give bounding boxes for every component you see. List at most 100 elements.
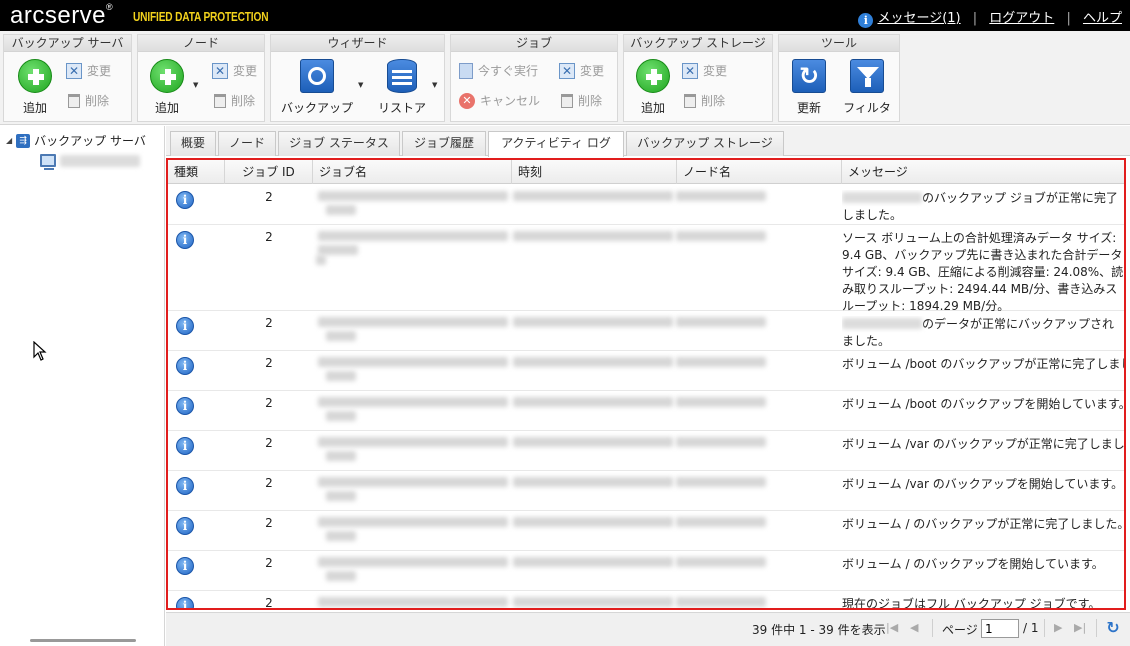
grid-header: 種類 ジョブ ID ジョブ名 時刻 ノード名 メッセージ: [168, 160, 1124, 184]
table-row[interactable]: i 2 ボリューム /boot のバックアップを開始しています。: [168, 391, 1124, 431]
table-row[interactable]: i 2 のバックアップ ジョブが正常に完了しました。: [168, 185, 1124, 225]
redacted-job-name: [318, 317, 508, 327]
cancel-job-button[interactable]: ✕ キャンセル: [459, 92, 540, 109]
prev-page-icon[interactable]: ◀: [910, 621, 918, 634]
server-tree: ◢ ⇶ バックアップ サーバ: [0, 126, 165, 646]
redacted-time: [513, 191, 673, 201]
job-id-cell: 2: [265, 356, 273, 370]
redacted-time: [513, 517, 673, 527]
delete-job-button[interactable]: 削除: [561, 92, 602, 109]
backup-dropdown-icon[interactable]: ▼: [358, 81, 363, 89]
run-now-button[interactable]: 今すぐ実行: [459, 62, 538, 79]
edit-storage-button[interactable]: ✕ 変更: [682, 62, 727, 79]
pager-refresh-icon[interactable]: ↻: [1104, 619, 1122, 637]
redacted-node-name: [60, 154, 140, 167]
redacted-time: [513, 397, 673, 407]
table-row[interactable]: i 2 現在のジョブはフル バックアップ ジョブです。: [168, 591, 1124, 610]
edit-node-button[interactable]: ✕ 変更: [212, 62, 257, 79]
tree-node-item[interactable]: [40, 154, 140, 170]
table-row[interactable]: i 2 のデータが正常にバックアップされました。: [168, 311, 1124, 351]
table-row[interactable]: i 2 ボリューム / のバックアップを開始しています。: [168, 551, 1124, 591]
info-icon: i: [176, 231, 194, 249]
column-header-message[interactable]: メッセージ: [842, 160, 1124, 184]
delete-node-button[interactable]: 削除: [214, 92, 255, 109]
tab-job-status[interactable]: ジョブ ステータス: [278, 131, 400, 156]
first-page-icon[interactable]: |◀: [886, 621, 898, 634]
delete-storage-button[interactable]: 削除: [684, 92, 725, 109]
tab-overview[interactable]: 概要: [170, 131, 216, 156]
last-page-icon[interactable]: ▶|: [1074, 621, 1086, 634]
restore-wizard-button[interactable]: リストア: [371, 58, 433, 116]
message-cell: のデータが正常にバックアップされました。: [842, 317, 1115, 348]
arcserve-logo: arcserve®: [10, 2, 114, 29]
redacted-job-name: [326, 331, 356, 341]
table-row[interactable]: i 2 ボリューム /var のバックアップが正常に完了しました。: [168, 431, 1124, 471]
redacted-job-name: [318, 437, 508, 447]
table-row[interactable]: i 2 ボリューム /var のバックアップを開始しています。: [168, 471, 1124, 511]
add-backup-server-button[interactable]: 追加: [14, 58, 56, 116]
message-cell: ボリューム /var のバックアップが正常に完了しました。: [842, 437, 1124, 451]
column-header-job-name[interactable]: ジョブ名: [313, 160, 512, 184]
redacted-job-name: [318, 517, 508, 527]
expand-toggle-icon[interactable]: ◢: [6, 136, 12, 145]
column-header-job-id[interactable]: ジョブ ID: [225, 160, 313, 184]
edit-job-button[interactable]: ✕ 変更: [559, 62, 604, 79]
logout-link[interactable]: ログアウト: [989, 11, 1054, 26]
column-header-node-name[interactable]: ノード名: [677, 160, 842, 184]
pager-summary: 39 件中 1 - 39 件を表示: [752, 623, 886, 637]
tab-activity-log[interactable]: アクティビティ ログ: [488, 131, 624, 157]
redacted-node-name: [676, 231, 766, 241]
job-group: ジョブ 今すぐ実行 ✕ 変更 ✕ キャンセル 削除: [450, 34, 618, 122]
restore-dropdown-icon[interactable]: ▼: [432, 81, 437, 89]
redacted-node-name: [676, 477, 766, 487]
toolbar: バックアップ サーバ 追加 ✕ 変更 削除 ノード 追加 ▼ ✕ 変更 削除 ウ…: [0, 31, 1130, 125]
redacted-node-name: [676, 397, 766, 407]
redacted-node-name: [676, 597, 766, 607]
column-header-type[interactable]: 種類: [168, 160, 225, 184]
redacted-job-name: [326, 371, 356, 381]
message-cell: 現在のジョブはフル バックアップ ジョブです。: [842, 597, 1101, 610]
add-node-button[interactable]: 追加: [146, 58, 188, 116]
job-id-cell: 2: [265, 476, 273, 490]
messages-link[interactable]: メッセージ(1): [877, 11, 960, 26]
edit-backup-server-button[interactable]: ✕ 変更: [66, 62, 111, 79]
trash-icon: [214, 93, 226, 108]
add-storage-button[interactable]: 追加: [632, 58, 674, 116]
table-row[interactable]: i 2 ソース ボリューム上の合計処理済みデータ サイズ: 9.4 GB、バック…: [168, 225, 1124, 313]
add-icon: [18, 59, 52, 93]
redacted-node-name: [676, 437, 766, 447]
refresh-button[interactable]: ↻ 更新: [787, 58, 831, 116]
edit-icon: ✕: [559, 62, 575, 79]
info-icon: i: [176, 517, 194, 535]
info-icon: i: [176, 557, 194, 575]
tab-nodes[interactable]: ノード: [218, 131, 276, 156]
tab-job-history[interactable]: ジョブ履歴: [402, 131, 486, 156]
job-id-cell: 2: [265, 316, 273, 330]
node-group: ノード 追加 ▼ ✕ 変更 削除: [137, 34, 265, 122]
tree-scrollbar[interactable]: [30, 639, 136, 642]
table-row[interactable]: i 2 ボリューム / のバックアップが正常に完了しました。: [168, 511, 1124, 551]
group-title: ツール: [779, 35, 899, 52]
help-link[interactable]: ヘルプ: [1083, 11, 1122, 26]
table-row[interactable]: i 2 ボリューム /boot のバックアップが正常に完了しました。: [168, 351, 1124, 391]
trash-icon: [561, 93, 573, 108]
tab-backup-storage[interactable]: バックアップ ストレージ: [626, 131, 784, 156]
add-node-dropdown-icon[interactable]: ▼: [193, 81, 198, 89]
redacted-time: [513, 317, 673, 327]
group-title: ジョブ: [451, 35, 617, 52]
tree-root-item[interactable]: ◢ ⇶ バックアップ サーバ: [6, 132, 146, 149]
redacted-node-name: [676, 317, 766, 327]
backup-wizard-button[interactable]: バックアップ: [275, 58, 359, 116]
redacted-job-name: [326, 205, 356, 215]
delete-backup-server-button[interactable]: 削除: [68, 92, 109, 109]
page-number-input[interactable]: [981, 619, 1019, 638]
info-icon[interactable]: i: [858, 13, 874, 28]
redacted-job-name: [318, 245, 358, 255]
group-title: ノード: [138, 35, 264, 52]
message-cell: ボリューム / のバックアップを開始しています。: [842, 557, 1104, 571]
message-cell: ボリューム /boot のバックアップが正常に完了しました。: [842, 357, 1124, 371]
next-page-icon[interactable]: ▶: [1054, 621, 1062, 634]
filter-button[interactable]: フィルタ: [841, 58, 893, 116]
edit-icon: ✕: [66, 62, 82, 79]
column-header-time[interactable]: 時刻: [512, 160, 677, 184]
